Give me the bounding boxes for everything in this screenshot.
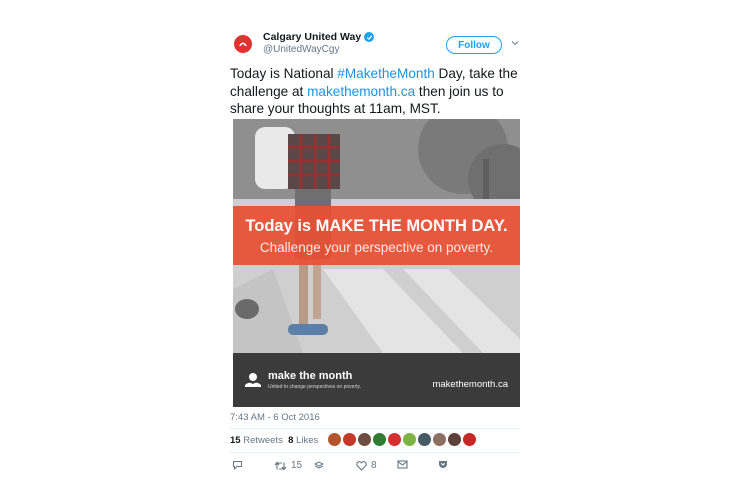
author-names: Calgary United Way @UnitedWayCgy	[263, 31, 375, 55]
liker-avatar[interactable]	[373, 433, 386, 446]
pocket-icon	[439, 461, 447, 468]
united-way-logo-icon	[239, 42, 247, 46]
like-button[interactable]: 8	[356, 460, 377, 471]
liker-avatar[interactable]	[433, 433, 446, 446]
divider	[230, 452, 520, 453]
banner-subline: Challenge your perspective on poverty.	[259, 240, 494, 255]
tweet-actions: 15 8	[230, 460, 522, 476]
reply-button[interactable]	[232, 460, 243, 470]
banner-headline: Today is MAKE THE MONTH DAY.	[245, 217, 508, 235]
author-display-name-text: Calgary United Way	[263, 31, 362, 43]
liker-avatar[interactable]	[403, 433, 416, 446]
brand-url: makethemonth.ca	[432, 379, 508, 390]
liker-avatar[interactable]	[418, 433, 431, 446]
divider	[230, 428, 520, 429]
tweet-header: Calgary United Way @UnitedWayCgy Follow	[230, 28, 522, 62]
likes-label: Likes	[296, 435, 319, 446]
brand-footer: make the month United to change perspect…	[233, 353, 520, 407]
hashtag-link[interactable]: #MaketheMonth	[337, 66, 434, 81]
liker-avatars	[328, 433, 476, 446]
envelope-icon	[397, 460, 408, 469]
promo-banner: Today is MAKE THE MONTH DAY. Challenge y…	[233, 206, 520, 265]
liker-avatar[interactable]	[328, 433, 341, 446]
reply-icon	[232, 460, 243, 470]
tweet-stats: 15 Retweets 8 Likes	[230, 435, 318, 446]
liker-avatar[interactable]	[448, 433, 461, 446]
layers-icon	[314, 461, 324, 469]
liker-avatar[interactable]	[358, 433, 371, 446]
liker-avatar[interactable]	[343, 433, 356, 446]
like-count: 8	[371, 460, 377, 471]
tweet-media-image[interactable]: Today is MAKE THE MONTH DAY. Challenge y…	[233, 119, 520, 407]
retweet-icon	[274, 461, 287, 470]
brand-name: make the month	[268, 370, 353, 382]
retweets-label: Retweets	[243, 435, 283, 446]
tweet-text: Today is National #MaketheMonth Day, tak…	[230, 65, 522, 118]
retweets-stat[interactable]: 15 Retweets	[230, 435, 283, 446]
author-handle[interactable]: @UnitedWayCgy	[263, 44, 374, 55]
likes-stat[interactable]: 8 Likes	[288, 435, 318, 446]
tweet-card: Calgary United Way @UnitedWayCgy Follow …	[230, 28, 522, 471]
url-link[interactable]: makethemonth.ca	[307, 84, 415, 99]
liker-avatar[interactable]	[463, 433, 476, 446]
liker-avatar[interactable]	[388, 433, 401, 446]
tweet-timestamp[interactable]: 7:43 AM - 6 Oct 2016	[230, 412, 320, 423]
author-display-name[interactable]: Calgary United Way	[263, 31, 375, 43]
brand-tagline: United to change perspectives on poverty…	[268, 384, 362, 390]
pocket-button[interactable]	[438, 460, 448, 469]
retweet-button[interactable]: 15	[274, 460, 302, 471]
tweet-text-part: Today is National	[230, 66, 338, 81]
follow-button[interactable]: Follow	[446, 36, 502, 54]
more-button[interactable]	[314, 460, 324, 470]
heart-icon	[356, 460, 367, 471]
likes-count: 8	[288, 435, 294, 446]
retweet-count: 15	[291, 460, 303, 471]
make-the-month-logo-icon	[245, 373, 261, 387]
author-avatar[interactable]	[234, 35, 252, 53]
verified-badge-icon	[364, 32, 375, 42]
chevron-down-icon[interactable]	[511, 38, 519, 48]
retweets-count: 15	[230, 435, 241, 446]
direct-message-button[interactable]	[397, 460, 408, 469]
